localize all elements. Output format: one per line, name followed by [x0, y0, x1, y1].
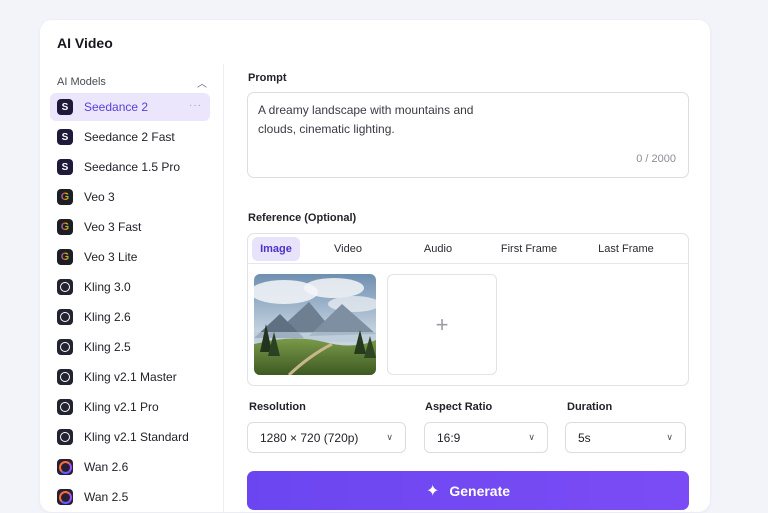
tab-image[interactable]: Image — [252, 237, 300, 261]
duration-label: Duration — [567, 401, 613, 413]
model-item-veo-3-lite[interactable]: G Veo 3 Lite — [50, 243, 210, 271]
model-item-veo-3[interactable]: G Veo 3 — [50, 183, 210, 211]
model-item-veo-3-fast[interactable]: G Veo 3 Fast — [50, 213, 210, 241]
sparkle-icon: ✦ — [425, 482, 440, 500]
prompt-label: Prompt — [248, 72, 287, 84]
model-label: Kling 2.6 — [84, 310, 131, 324]
resolution-select[interactable]: 1280 × 720 (720p) ∨ — [247, 422, 406, 453]
model-item-seedance-2[interactable]: S Seedance 2 ··· — [50, 93, 210, 121]
model-item-kling-2-5[interactable]: Kling 2.5 — [50, 333, 210, 361]
plus-icon: + — [435, 311, 449, 337]
model-label: Veo 3 Lite — [84, 250, 138, 264]
seedance-icon: S — [57, 99, 73, 115]
aspect-ratio-value: 16:9 — [437, 430, 461, 445]
page-title: AI Video — [57, 35, 113, 51]
model-label: Kling v2.1 Standard — [84, 430, 189, 444]
model-item-seedance-2-fast[interactable]: S Seedance 2 Fast — [50, 123, 210, 151]
reference-label: Reference (Optional) — [248, 212, 357, 224]
model-item-kling-2-6[interactable]: Kling 2.6 — [50, 303, 210, 331]
character-count: 0 / 2000 — [636, 153, 676, 165]
reference-panel: Image Video Audio First Frame Last Frame — [247, 233, 689, 386]
models-sidebar: AI Models ︿ S Seedance 2 ··· S Seedance … — [40, 64, 224, 512]
model-label: Veo 3 Fast — [84, 220, 142, 234]
model-item-kling-v2-1-pro[interactable]: Kling v2.1 Pro — [50, 393, 210, 421]
chevron-down-icon: ∨ — [386, 432, 393, 442]
chevron-down-icon: ∨ — [528, 432, 535, 442]
kling-icon — [57, 279, 73, 295]
section-label: AI Models — [57, 76, 106, 88]
reference-image-thumbnail[interactable] — [254, 274, 376, 375]
chevron-up-icon: ︿ — [197, 78, 207, 90]
kling-icon — [57, 339, 73, 355]
resolution-value: 1280 × 720 (720p) — [260, 430, 359, 445]
model-item-wan-2-6[interactable]: Wan 2.6 — [50, 453, 210, 481]
aspect-ratio-label: Aspect Ratio — [425, 401, 493, 413]
google-icon: G — [57, 249, 73, 265]
generate-button[interactable]: ✦ Generate — [247, 471, 689, 510]
aspect-ratio-select[interactable]: 16:9 ∨ — [424, 422, 548, 453]
generate-label: Generate — [449, 482, 511, 499]
model-label: Seedance 1.5 Pro — [84, 160, 181, 174]
model-item-kling-3-0[interactable]: Kling 3.0 — [50, 273, 210, 301]
kling-icon — [57, 429, 73, 445]
google-icon: G — [57, 189, 73, 205]
tab-audio[interactable]: Audio — [414, 237, 462, 261]
kling-icon — [57, 309, 73, 325]
model-item-kling-v2-1-master[interactable]: Kling v2.1 Master — [50, 363, 210, 391]
model-label: Wan 2.5 — [84, 490, 129, 504]
add-reference-button[interactable]: + — [387, 274, 497, 375]
kling-icon — [57, 369, 73, 385]
chevron-down-icon: ∨ — [666, 432, 673, 442]
tab-last-frame[interactable]: Last Frame — [590, 237, 662, 261]
wan-icon — [57, 489, 73, 505]
seedance-icon: S — [57, 159, 73, 175]
model-label: Kling 3.0 — [84, 280, 131, 294]
tab-video[interactable]: Video — [324, 237, 372, 261]
duration-value: 5s — [578, 430, 591, 445]
ai-models-section-toggle[interactable]: AI Models ︿ — [57, 72, 207, 92]
model-item-seedance-1-5-pro[interactable]: S Seedance 1.5 Pro — [50, 153, 210, 181]
seedance-icon: S — [57, 129, 73, 145]
tab-first-frame[interactable]: First Frame — [493, 237, 565, 261]
model-label: Veo 3 — [84, 190, 115, 204]
wan-icon — [57, 459, 73, 475]
landscape-image — [254, 274, 376, 375]
model-label: Seedance 2 Fast — [84, 130, 175, 144]
model-label: Kling 2.5 — [84, 340, 131, 354]
resolution-label: Resolution — [249, 401, 306, 413]
prompt-text: A dreamy landscape with mountains and cl… — [258, 103, 474, 136]
model-label: Kling v2.1 Pro — [84, 400, 159, 414]
model-item-kling-v2-1-standard[interactable]: Kling v2.1 Standard — [50, 423, 210, 451]
model-label: Seedance 2 — [84, 100, 149, 114]
more-icon[interactable]: ··· — [189, 100, 202, 111]
duration-select[interactable]: 5s ∨ — [565, 422, 686, 453]
model-item-wan-2-5[interactable]: Wan 2.5 — [50, 483, 210, 511]
model-list: S Seedance 2 ··· S Seedance 2 Fast S See… — [50, 93, 210, 513]
kling-icon — [57, 399, 73, 415]
ai-video-panel: AI Video AI Models ︿ S Seedance 2 ··· S … — [40, 20, 710, 512]
prompt-input[interactable]: A dreamy landscape with mountains and cl… — [247, 92, 689, 178]
reference-tabs: Image Video Audio First Frame Last Frame — [248, 234, 688, 264]
google-icon: G — [57, 219, 73, 235]
model-label: Kling v2.1 Master — [84, 370, 177, 384]
model-label: Wan 2.6 — [84, 460, 129, 474]
